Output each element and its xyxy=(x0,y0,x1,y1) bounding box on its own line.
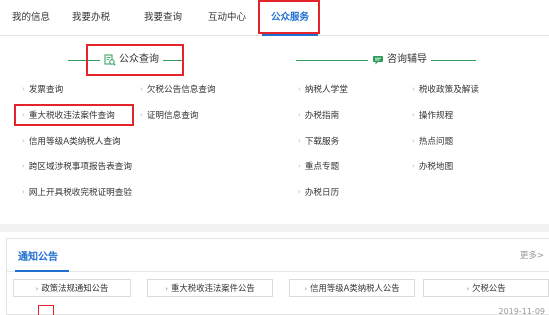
more-link[interactable]: 更多> xyxy=(520,249,544,261)
notice-panel: 通知公告 更多> › 政策法规通知公告 › 重大税收违法案件公告 › 信用等级A类纳税… xyxy=(6,238,549,315)
arrow-icon: › xyxy=(466,285,470,293)
arrow-icon: › xyxy=(412,162,415,170)
arrow-icon: › xyxy=(298,162,301,170)
chat-bubble-icon xyxy=(373,56,383,65)
notice-header: 通知公告 更多> xyxy=(7,239,549,272)
highlight-box-tab xyxy=(258,0,320,34)
tab-query[interactable]: 我要查询 xyxy=(134,0,192,36)
section-divider xyxy=(0,224,549,232)
highlight-box-public-query xyxy=(86,44,184,76)
link-tax-calendar[interactable]: › 办税日历 xyxy=(298,186,339,200)
arrow-icon: › xyxy=(22,188,25,196)
arrow-icon: › xyxy=(298,188,301,196)
arrow-icon: › xyxy=(165,285,169,293)
link-tax-map[interactable]: › 办税地图 xyxy=(412,160,453,174)
tab-tax-handling[interactable]: 我要办税 xyxy=(62,0,120,36)
arrow-icon: › xyxy=(22,162,25,170)
link-tax-policy[interactable]: › 税收政策及解读 xyxy=(412,83,479,97)
link-key-topics[interactable]: › 重点专题 xyxy=(298,160,339,174)
arrow-icon: › xyxy=(412,111,415,119)
pill-violation-notice[interactable]: › 重大税收违法案件公告 xyxy=(147,279,273,297)
link-invoice-query[interactable]: › 发票查询 xyxy=(22,83,63,97)
link-procedures[interactable]: › 操作规程 xyxy=(412,109,453,123)
arrow-icon: › xyxy=(412,137,415,145)
tab-interaction[interactable]: 互动中心 xyxy=(196,0,258,36)
link-certificate-query[interactable]: › 证明信息查询 xyxy=(140,109,198,123)
arrow-icon: › xyxy=(22,85,25,93)
notice-item-date: 2019-11-09 xyxy=(498,307,546,315)
link-tax-arrears-query[interactable]: › 欠税公告信息查询 xyxy=(140,83,216,97)
link-tax-proof-verify[interactable]: › 网上开具税收完税证明查验 xyxy=(22,186,132,200)
arrow-icon: › xyxy=(298,111,301,119)
pill-credit-a-notice[interactable]: › 信用等级A类纳税人公告 xyxy=(289,279,415,297)
arrow-icon: › xyxy=(298,137,301,145)
link-credit-a-query[interactable]: › 信用等级A类纳税人查询 xyxy=(22,135,121,149)
arrow-icon: › xyxy=(298,85,301,93)
consult-title: 咨询辅导 xyxy=(387,54,427,65)
tab-my-info[interactable]: 我的信息 xyxy=(6,0,56,36)
arrow-icon: › xyxy=(304,285,308,293)
link-hot-issues[interactable]: › 热点问题 xyxy=(412,135,453,149)
highlight-box-violation xyxy=(14,104,134,126)
notice-title-underline xyxy=(15,270,69,272)
link-taxpayer-school[interactable]: › 纳税人学堂 xyxy=(298,83,348,97)
arrow-icon: › xyxy=(22,137,25,145)
arrow-icon: › xyxy=(35,285,39,293)
arrow-icon: › xyxy=(140,85,143,93)
arrow-icon: › xyxy=(140,111,143,119)
consult-header: 咨询辅导 xyxy=(368,51,431,69)
link-tax-guide[interactable]: › 办税指南 xyxy=(298,109,339,123)
notice-title[interactable]: 通知公告 xyxy=(18,248,58,263)
arrow-icon: › xyxy=(412,85,415,93)
link-downloads[interactable]: › 下载服务 xyxy=(298,135,339,149)
pill-policy-notice[interactable]: › 政策法规通知公告 xyxy=(13,279,131,297)
pill-arrears-notice[interactable]: › 欠税公告 xyxy=(423,279,549,297)
notice-item-icon xyxy=(38,305,54,315)
link-cross-region-query[interactable]: › 跨区域涉税事项报告表查询 xyxy=(22,160,132,174)
